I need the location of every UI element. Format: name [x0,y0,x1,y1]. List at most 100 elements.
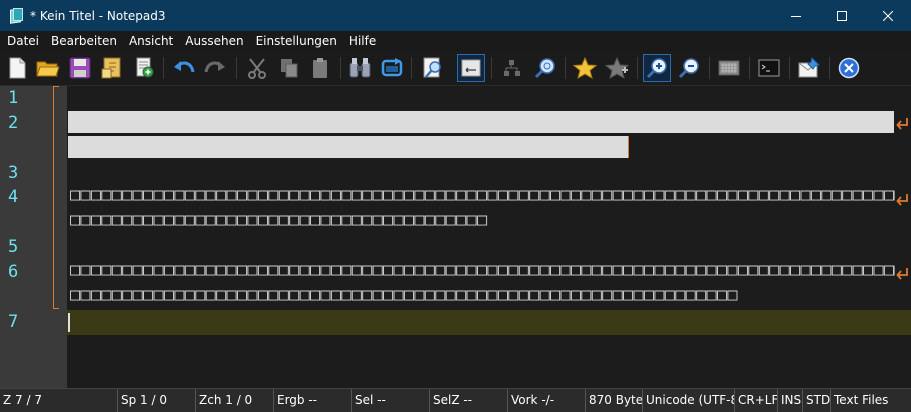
code-folding-icon [504,60,520,76]
copy-icon [281,59,298,78]
paste-icon [313,58,327,78]
status-occurrences[interactable]: Vork -/- [508,388,586,412]
word-wrap-button[interactable] [457,54,485,82]
status-line[interactable]: Z 7 / 7 [0,388,118,412]
pin-button[interactable] [795,54,823,82]
save-icon [69,57,91,79]
add-favorite-button[interactable] [603,54,631,82]
menu-bearbeiten[interactable]: Bearbeiten [45,31,123,51]
status-selected-lines[interactable]: SelZ -- [430,388,508,412]
encoding-icon [718,60,740,76]
editor-area[interactable]: 1 2 3 4 5 6 7 □□□□□□□□□□□□□□□□□□□□□□□□□□… [0,86,911,388]
cut-icon [248,58,266,79]
find-in-files-button[interactable] [419,54,447,82]
save-as-icon [101,57,121,79]
menu-hilfe[interactable]: Hilfe [343,31,382,51]
menu-aussehen[interactable]: Aussehen [179,31,249,51]
wrap-arrow-icon [896,118,908,130]
line-number: 3 [8,163,19,183]
print-button[interactable] [130,54,158,82]
status-encoding[interactable]: Unicode (UTF-8) [643,388,735,412]
line-number: 6 [8,262,19,282]
toolbar [0,51,911,86]
zoom-find-button[interactable] [531,54,559,82]
menu-ansicht[interactable]: Ansicht [123,31,179,51]
status-column[interactable]: Sp 1 / 0 [118,388,196,412]
window-title: * Kein Titel - Notepad3 [30,8,166,23]
wrap-arrow-icon [896,194,908,206]
terminal-icon [758,59,780,77]
status-lexer[interactable]: Text Files [831,389,909,412]
status-bar: Z 7 / 7 Sp 1 / 0 Zch 1 / 0 Ergb -- Sel -… [0,388,911,412]
replace-button[interactable] [378,54,406,82]
save-as-button[interactable] [98,54,126,82]
line-6-text: □□□□□□□□□□□□□□□□□□□□□□□□□□□□□□□□□□□□□□□□… [70,260,895,280]
menu-datei[interactable]: Datei [1,31,45,51]
status-file-size[interactable]: 870 Bytes [586,388,643,412]
zoom-out-icon [678,58,699,79]
find-icon [349,58,371,78]
redo-button[interactable] [201,54,229,82]
new-file-button[interactable] [3,54,31,82]
find-in-files-icon [423,57,441,78]
save-button[interactable] [66,54,94,82]
line-2-highlight-row1 [68,111,894,133]
undo-icon [174,61,195,73]
minimize-button[interactable] [773,0,819,31]
zoom-out-button[interactable] [675,54,703,82]
terminal-button[interactable] [755,54,783,82]
favorites-button[interactable] [571,54,599,82]
zoom-find-icon [534,58,555,79]
status-match[interactable]: Ergb -- [274,388,352,412]
line-number: 5 [8,237,19,257]
current-line-highlight [67,310,911,335]
status-char[interactable]: Zch 1 / 0 [196,388,274,412]
pin-icon [798,57,820,78]
line-number: 7 [8,312,19,332]
status-selection[interactable]: Sel -- [352,388,430,412]
menu-bar: Datei Bearbeiten Ansicht Aussehen Einste… [0,31,911,51]
open-button[interactable] [34,54,62,82]
maximize-button[interactable] [819,0,865,31]
close-button[interactable] [865,0,911,31]
menu-einstellungen[interactable]: Einstellungen [250,31,343,51]
open-folder-icon [36,61,60,77]
replace-icon [381,58,403,77]
encoding-button[interactable] [715,54,743,82]
code-folding-button[interactable] [498,54,526,82]
exit-button[interactable] [835,54,863,82]
line-6-wrapped-text: □□□□□□□□□□□□□□□□□□□□□□□□□□□□□□□□□□□□□□□□… [70,285,738,305]
maximize-icon [837,10,847,21]
status-insert-mode[interactable]: INS [778,388,803,412]
line-number: 1 [8,88,19,108]
wrap-arrow-icon [896,268,908,280]
line-4-text: □□□□□□□□□□□□□□□□□□□□□□□□□□□□□□□□□□□□□□□□… [70,185,895,205]
title-bar: * Kein Titel - Notepad3 [0,0,911,31]
new-file-icon [9,57,26,79]
line-number: 2 [8,113,19,133]
status-line-ending[interactable]: CR+LF [735,388,778,412]
line-2-highlight-row2 [68,136,629,158]
zoom-in-button[interactable] [643,54,671,82]
undo-button[interactable] [170,54,198,82]
add-favorite-icon [605,57,629,79]
paste-button[interactable] [306,54,334,82]
minimize-icon [791,15,801,17]
print-icon [136,57,154,78]
close-icon [883,10,893,21]
line-number: 4 [8,187,19,207]
favorites-star-icon [573,57,597,79]
status-std-mode[interactable]: STD [803,388,831,412]
notepad3-app-icon[interactable] [8,7,24,24]
line-4-wrapped-text: □□□□□□□□□□□□□□□□□□□□□□□□□□□□□□□□□□□□□□□□ [70,210,488,230]
zoom-in-icon [646,58,667,79]
line-number-gutter[interactable]: 1 2 3 4 5 6 7 [0,86,67,388]
copy-button[interactable] [275,54,303,82]
redo-icon [204,61,225,73]
word-wrap-icon [461,59,481,77]
text-caret [68,313,70,332]
fold-indicator [53,86,59,309]
cut-button[interactable] [243,54,271,82]
exit-icon [838,57,860,79]
find-button[interactable] [346,54,374,82]
